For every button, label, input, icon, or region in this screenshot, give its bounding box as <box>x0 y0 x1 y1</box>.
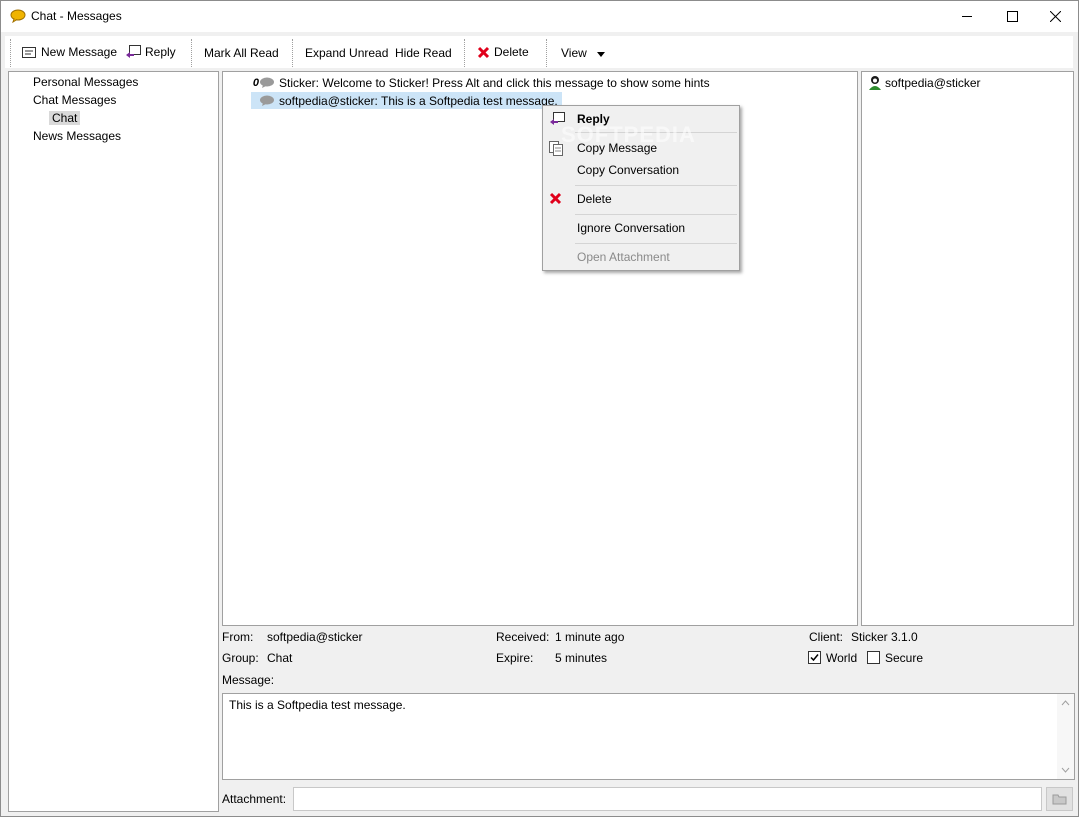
tree-item-chat[interactable]: Chat <box>49 111 81 125</box>
toolbar-grip <box>10 39 12 67</box>
context-menu-open-attachment-label: Open Attachment <box>577 250 670 264</box>
context-menu-delete[interactable]: Delete <box>543 188 739 210</box>
from-value: softpedia@sticker <box>267 630 363 644</box>
expire-value: 5 minutes <box>555 651 608 665</box>
reply-label: Reply <box>145 45 176 59</box>
tree-item-chat-messages[interactable]: Chat Messages <box>33 93 116 107</box>
hide-read-button[interactable]: Hide Read <box>395 46 452 60</box>
view-dropdown[interactable]: View <box>561 46 605 60</box>
context-menu-copy-conversation[interactable]: Copy Conversation <box>543 159 739 181</box>
toolbar-separator <box>191 39 193 67</box>
expand-unread-label: Expand Unread <box>305 46 389 60</box>
message-label: Message: <box>222 673 275 687</box>
world-label: World <box>826 651 858 665</box>
toolbar-separator <box>292 39 294 67</box>
secure-checkbox[interactable] <box>867 651 880 664</box>
window-title: Chat - Messages <box>31 9 122 23</box>
close-button[interactable] <box>1032 1 1078 32</box>
message-text: softpedia@sticker: This is a Softpedia t… <box>279 93 558 108</box>
view-label: View <box>561 46 587 60</box>
client-label: Client: <box>809 630 844 644</box>
user-avatar-icon <box>868 75 882 90</box>
from-label: From: <box>222 630 254 644</box>
contact-name: softpedia@sticker <box>885 75 981 90</box>
folder-tree: Personal Messages Chat Messages Chat New… <box>8 71 219 812</box>
message-row-selected[interactable]: softpedia@sticker: This is a Softpedia t… <box>251 92 562 109</box>
toolbar-separator <box>546 39 548 67</box>
checkmark-icon <box>810 654 819 662</box>
expire-label: Expire: <box>496 651 534 665</box>
title-bar: Chat - Messages <box>1 1 1078 32</box>
toolbar-separator <box>464 39 466 67</box>
message-bubble-icon: 0 <box>251 77 279 89</box>
delete-button[interactable]: Delete <box>477 45 529 59</box>
delete-icon <box>477 46 490 59</box>
group-label: Group: <box>222 651 259 665</box>
group-value: Chat <box>267 651 293 665</box>
reply-button[interactable]: Reply <box>125 45 176 59</box>
attachment-label: Attachment: <box>222 792 287 806</box>
world-checkbox[interactable] <box>808 651 821 664</box>
client-value: Sticker 3.1.0 <box>851 630 918 644</box>
context-menu-reply[interactable]: Reply <box>543 108 739 130</box>
mark-all-read-label: Mark All Read <box>204 46 279 60</box>
context-menu: Reply Copy Message Copy Conversation Del… <box>542 105 740 271</box>
copy-icon <box>549 141 563 159</box>
new-message-icon <box>22 46 37 59</box>
context-menu-copy-message-label: Copy Message <box>577 141 658 155</box>
hide-read-label: Hide Read <box>395 46 452 60</box>
new-message-label: New Message <box>41 45 118 59</box>
received-value: 1 minute ago <box>555 630 625 644</box>
reply-icon <box>549 112 565 129</box>
menu-separator <box>575 214 737 215</box>
message-scrollbar[interactable] <box>1057 694 1074 779</box>
message-body-textarea[interactable]: This is a Softpedia test message. <box>222 693 1075 780</box>
chevron-down-icon <box>596 46 605 60</box>
contact-item[interactable]: softpedia@sticker <box>868 75 981 90</box>
delete-label: Delete <box>494 45 529 59</box>
context-menu-ignore-conversation-label: Ignore Conversation <box>577 221 686 235</box>
message-body-text: This is a Softpedia test message. <box>229 698 406 712</box>
toolbar: New Message Reply Mark All Read Expand U… <box>5 36 1073 68</box>
mark-all-read-button[interactable]: Mark All Read <box>204 46 279 60</box>
secure-label: Secure <box>885 651 924 665</box>
received-label: Received: <box>496 630 550 644</box>
minimize-button[interactable] <box>944 1 990 32</box>
tree-item-personal-messages[interactable]: Personal Messages <box>33 75 138 89</box>
context-menu-delete-label: Delete <box>577 192 612 206</box>
delete-icon <box>549 192 562 208</box>
context-menu-copy-conversation-label: Copy Conversation <box>577 163 680 177</box>
expand-unread-button[interactable]: Expand Unread <box>305 46 388 60</box>
context-menu-copy-message[interactable]: Copy Message <box>543 137 739 159</box>
chat-bubble-icon <box>10 9 26 26</box>
context-menu-open-attachment[interactable]: Open Attachment <box>543 246 739 268</box>
open-folder-button[interactable] <box>1046 787 1073 811</box>
folder-icon <box>1052 794 1066 805</box>
menu-separator <box>575 132 737 133</box>
menu-separator <box>575 185 737 186</box>
reply-icon <box>125 45 141 59</box>
message-text: Sticker: Welcome to Sticker! Press Alt a… <box>279 75 710 90</box>
tree-item-news-messages[interactable]: News Messages <box>33 129 121 143</box>
message-list: 0 Sticker: Welcome to Sticker! Press Alt… <box>222 71 858 626</box>
message-row[interactable]: 0 Sticker: Welcome to Sticker! Press Alt… <box>251 74 710 91</box>
new-message-button[interactable]: New Message <box>22 45 117 59</box>
context-menu-reply-label: Reply <box>577 112 610 126</box>
maximize-button[interactable] <box>989 1 1035 32</box>
menu-separator <box>575 243 737 244</box>
context-menu-ignore-conversation[interactable]: Ignore Conversation <box>543 217 739 239</box>
message-bubble-icon <box>251 95 279 107</box>
scroll-arrows-icon <box>1061 700 1070 773</box>
app-window: Chat - Messages New Message Reply Mark A <box>0 0 1079 817</box>
contacts-panel: softpedia@sticker <box>861 71 1074 626</box>
attachment-input[interactable] <box>293 787 1042 811</box>
